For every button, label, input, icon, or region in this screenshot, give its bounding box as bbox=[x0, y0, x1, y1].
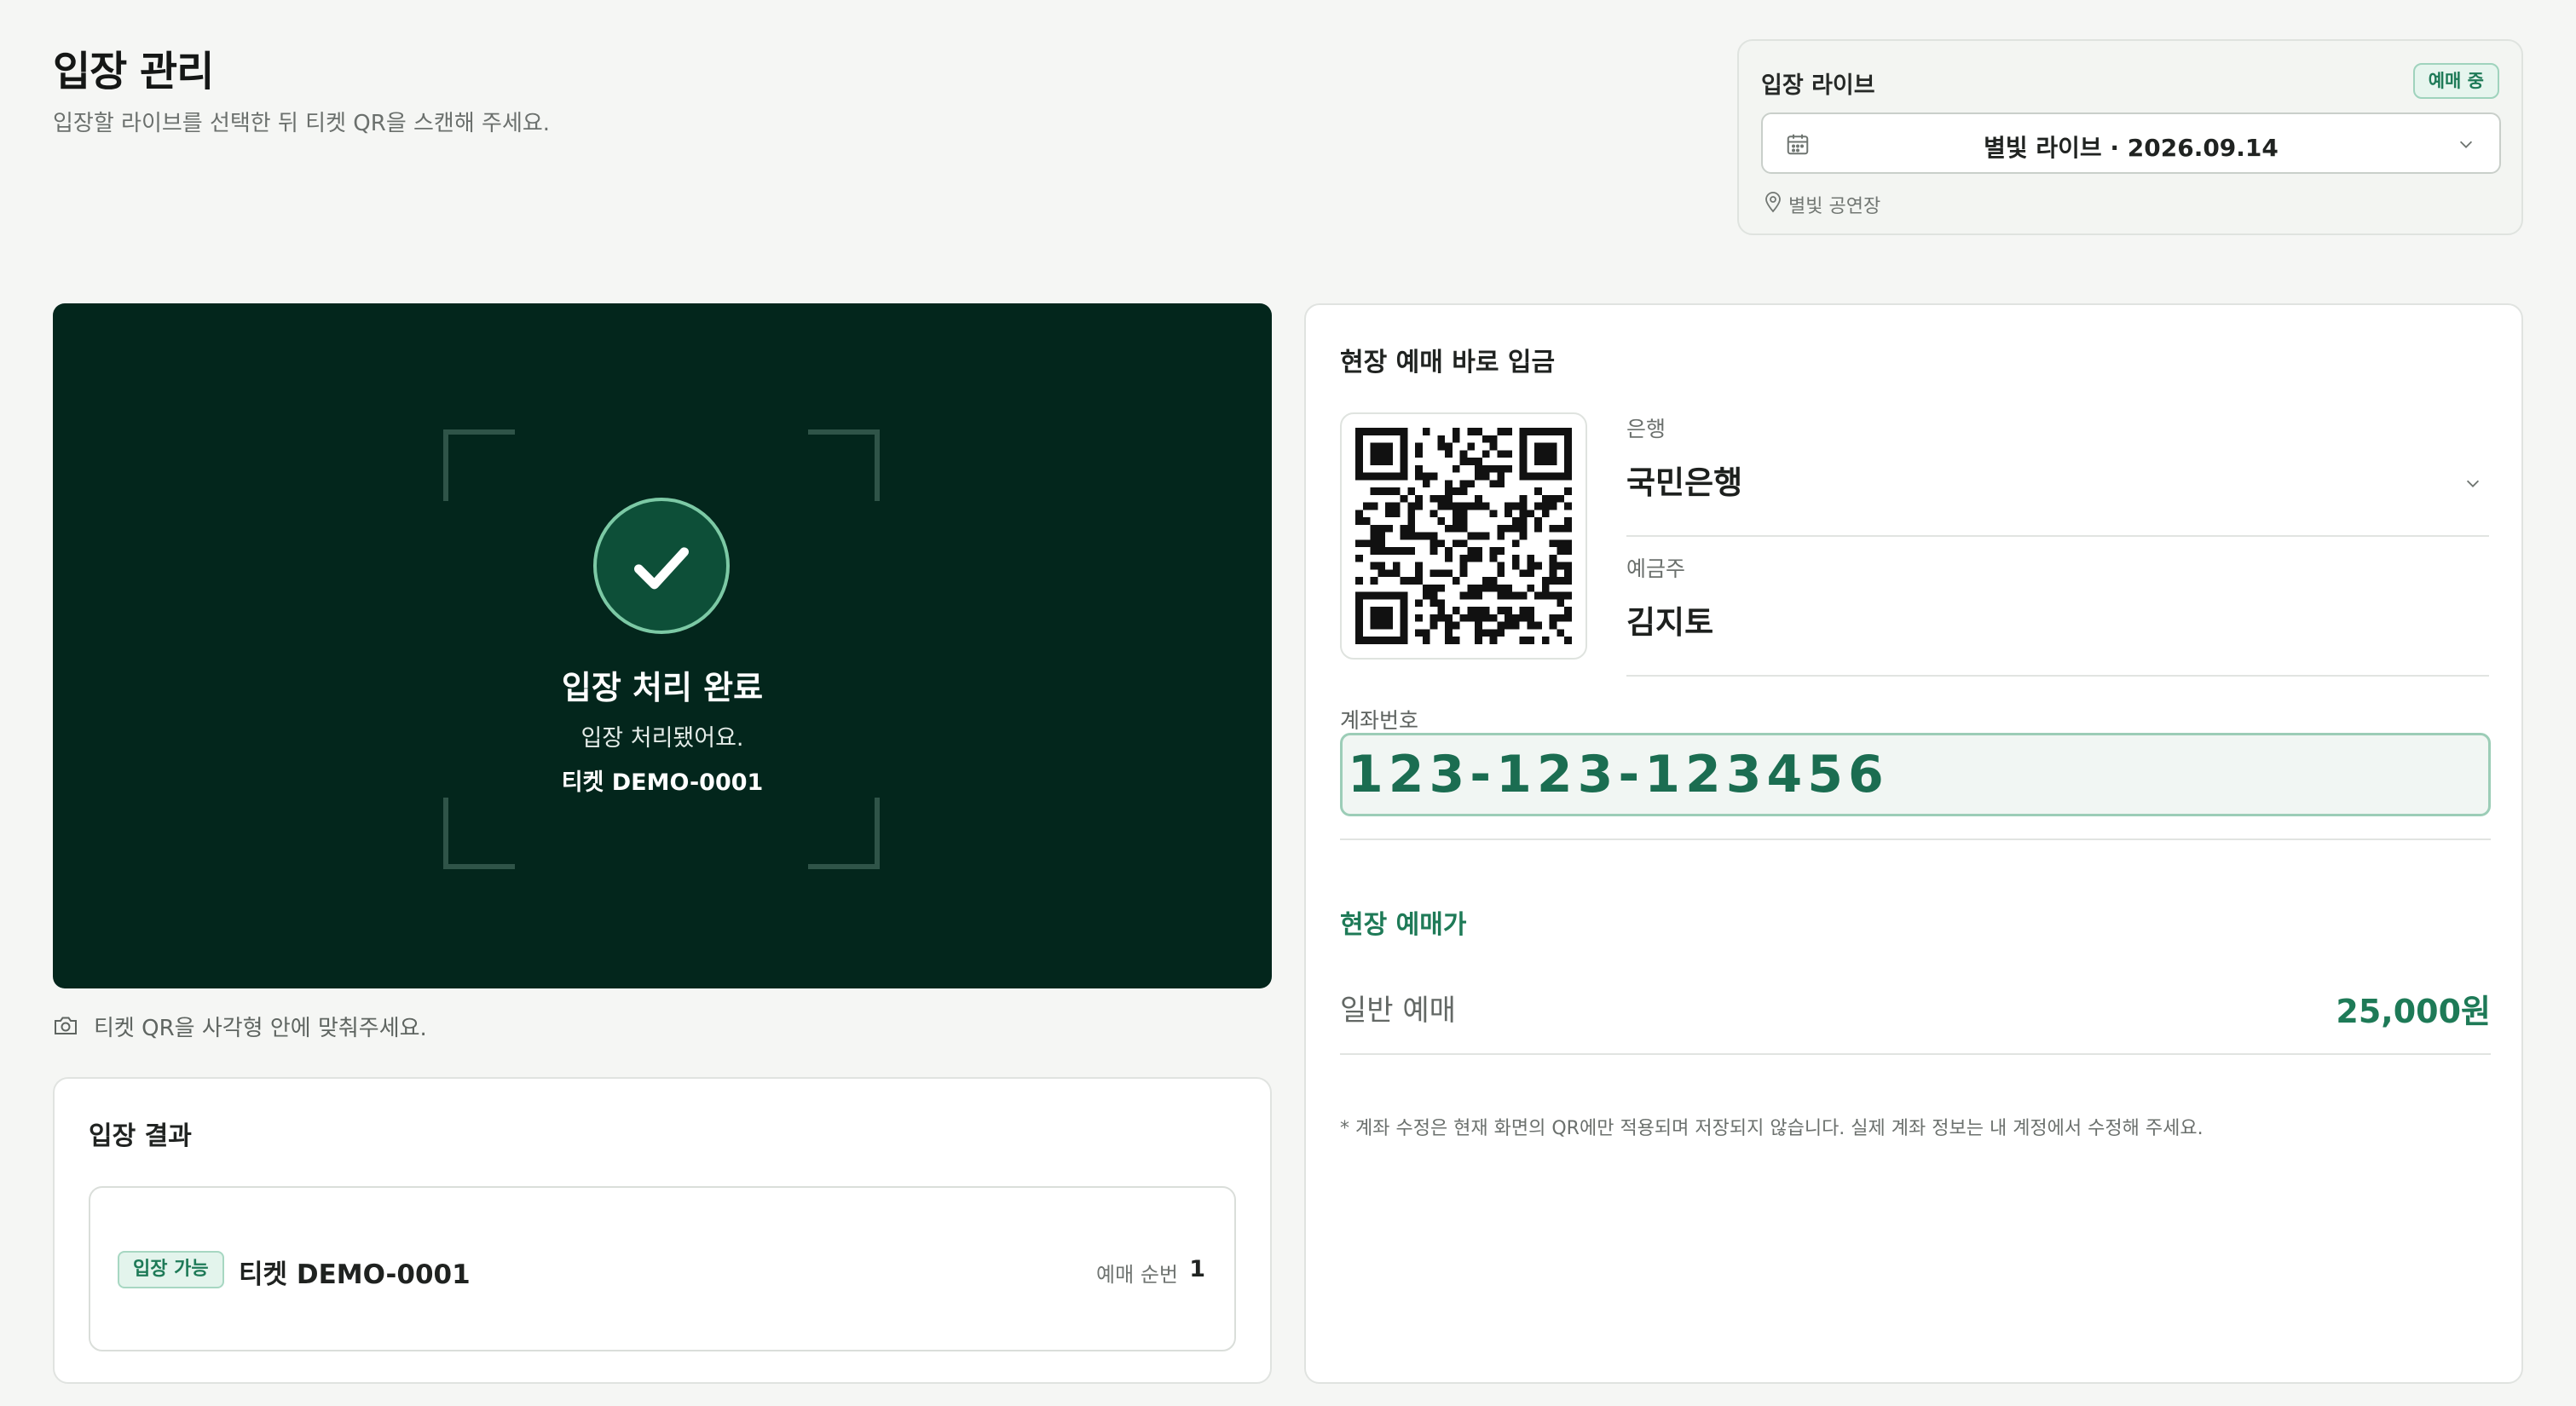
price-row: 일반 예매 25,000원 bbox=[1340, 961, 2491, 1055]
entry-result-title: 입장 결과 bbox=[89, 1121, 192, 1151]
entry-result-card: 입장 결과 입장 가능 티켓 DEMO-0001 예매 순번 1 bbox=[53, 1077, 1272, 1384]
price-value: 25,000원 bbox=[2336, 993, 2491, 1030]
success-check-icon bbox=[593, 498, 730, 634]
venue-name: 별빛 공연장 bbox=[1788, 196, 1881, 217]
bank-value: 국민은행 bbox=[1626, 464, 1743, 501]
deposit-title: 현장 예매 바로 입금 bbox=[1340, 348, 1556, 377]
chevron-down-icon bbox=[2459, 141, 2473, 148]
booking-order-value: 1 bbox=[1189, 1256, 1205, 1282]
price-heading: 현장 예매가 bbox=[1340, 910, 1467, 940]
onsite-deposit-card: 현장 예매 바로 입금 은행 국민은행 예금주 김지토 계좌번호 123-123… bbox=[1304, 303, 2523, 1384]
scan-status-title: 입장 처리 완료 bbox=[561, 669, 764, 706]
qr-scanner-area[interactable]: 입장 처리 완료 입장 처리됐어요. 티켓 DEMO-0001 bbox=[53, 303, 1272, 988]
entry-status-badge: 입장 가능 bbox=[118, 1251, 224, 1288]
result-ticket-id: 티켓 DEMO-0001 bbox=[239, 1259, 471, 1290]
account-number-input[interactable]: 123-123-123456 bbox=[1340, 733, 2491, 816]
scanned-ticket-id: 티켓 DEMO-0001 bbox=[561, 769, 764, 796]
selected-live: 별빛 라이브 · 2026.09.14 bbox=[1984, 134, 2279, 162]
holder-value: 김지토 bbox=[1626, 604, 1714, 641]
live-select-dropdown[interactable]: 별빛 라이브 · 2026.09.14 bbox=[1761, 112, 2501, 174]
entry-management-page: 입장 관리 입장할 라이브를 선택한 뒤 티켓 QR을 스캔해 주세요. 입장 … bbox=[0, 0, 2576, 1406]
sale-status-badge: 예매 중 bbox=[2412, 63, 2499, 99]
scan-frame-corner bbox=[443, 798, 515, 869]
holder-label: 예금주 bbox=[1626, 556, 1686, 581]
location-pin-icon bbox=[1765, 192, 1781, 213]
scan-status-message: 입장 처리됐어요. bbox=[580, 725, 744, 752]
live-selector-card: 입장 라이브 예매 중 별빛 라이브 · 2026.09.14 별빛 공연장 bbox=[1737, 39, 2523, 235]
scan-frame-corner bbox=[443, 429, 515, 501]
page-title: 입장 관리 bbox=[53, 48, 214, 95]
price-name: 일반 예매 bbox=[1340, 994, 1456, 1028]
camera-icon bbox=[55, 1017, 77, 1034]
bank-label: 은행 bbox=[1626, 417, 1666, 441]
scan-frame-corner bbox=[808, 429, 880, 501]
account-holder-field[interactable]: 예금주 김지토 bbox=[1626, 552, 2489, 677]
scan-frame-corner bbox=[808, 798, 880, 869]
scan-hint: 티켓 QR을 사각형 안에 맞춰주세요. bbox=[94, 1016, 427, 1041]
account-number-label: 계좌번호 bbox=[1340, 708, 1419, 733]
bank-select[interactable]: 은행 국민은행 bbox=[1626, 412, 2489, 537]
payment-qr-code bbox=[1340, 412, 1587, 660]
live-selector-label: 입장 라이브 bbox=[1761, 72, 1875, 99]
divider bbox=[1340, 838, 2491, 840]
entry-result-row: 입장 가능 티켓 DEMO-0001 예매 순번 1 bbox=[89, 1186, 1236, 1351]
booking-order-label: 예매 순번 bbox=[1096, 1263, 1178, 1287]
page-subtitle: 입장할 라이브를 선택한 뒤 티켓 QR을 스캔해 주세요. bbox=[53, 111, 551, 136]
chevron-down-icon bbox=[2466, 480, 2480, 487]
account-notice: * 계좌 수정은 현재 화면의 QR에만 적용되며 저장되지 않습니다. 실제 … bbox=[1340, 1118, 2203, 1139]
